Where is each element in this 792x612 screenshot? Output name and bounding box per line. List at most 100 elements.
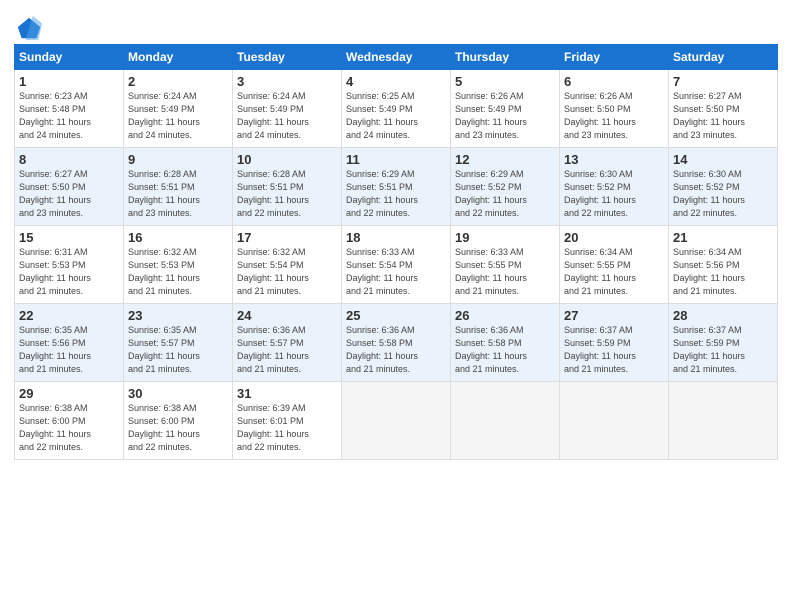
- day-info: Sunrise: 6:23 AM Sunset: 5:48 PM Dayligh…: [19, 90, 119, 142]
- col-header-friday: Friday: [560, 45, 669, 70]
- calendar-cell: 27Sunrise: 6:37 AM Sunset: 5:59 PM Dayli…: [560, 304, 669, 382]
- day-info: Sunrise: 6:36 AM Sunset: 5:58 PM Dayligh…: [346, 324, 446, 376]
- day-info: Sunrise: 6:38 AM Sunset: 6:00 PM Dayligh…: [19, 402, 119, 454]
- col-header-tuesday: Tuesday: [233, 45, 342, 70]
- day-number: 13: [564, 152, 664, 167]
- calendar-week-2: 8Sunrise: 6:27 AM Sunset: 5:50 PM Daylig…: [15, 148, 778, 226]
- calendar-cell: 17Sunrise: 6:32 AM Sunset: 5:54 PM Dayli…: [233, 226, 342, 304]
- calendar-cell: 13Sunrise: 6:30 AM Sunset: 5:52 PM Dayli…: [560, 148, 669, 226]
- calendar-cell: [669, 382, 778, 460]
- day-info: Sunrise: 6:35 AM Sunset: 5:57 PM Dayligh…: [128, 324, 228, 376]
- day-number: 18: [346, 230, 446, 245]
- day-number: 1: [19, 74, 119, 89]
- calendar-cell: 28Sunrise: 6:37 AM Sunset: 5:59 PM Dayli…: [669, 304, 778, 382]
- calendar-week-5: 29Sunrise: 6:38 AM Sunset: 6:00 PM Dayli…: [15, 382, 778, 460]
- day-info: Sunrise: 6:33 AM Sunset: 5:54 PM Dayligh…: [346, 246, 446, 298]
- day-info: Sunrise: 6:38 AM Sunset: 6:00 PM Dayligh…: [128, 402, 228, 454]
- col-header-saturday: Saturday: [669, 45, 778, 70]
- day-number: 29: [19, 386, 119, 401]
- day-number: 27: [564, 308, 664, 323]
- calendar-cell: 10Sunrise: 6:28 AM Sunset: 5:51 PM Dayli…: [233, 148, 342, 226]
- page-container: SundayMondayTuesdayWednesdayThursdayFrid…: [0, 0, 792, 468]
- calendar-cell: 8Sunrise: 6:27 AM Sunset: 5:50 PM Daylig…: [15, 148, 124, 226]
- day-number: 19: [455, 230, 555, 245]
- logo: [14, 14, 44, 38]
- day-info: Sunrise: 6:27 AM Sunset: 5:50 PM Dayligh…: [19, 168, 119, 220]
- day-info: Sunrise: 6:35 AM Sunset: 5:56 PM Dayligh…: [19, 324, 119, 376]
- day-info: Sunrise: 6:36 AM Sunset: 5:58 PM Dayligh…: [455, 324, 555, 376]
- day-info: Sunrise: 6:39 AM Sunset: 6:01 PM Dayligh…: [237, 402, 337, 454]
- day-number: 9: [128, 152, 228, 167]
- day-number: 22: [19, 308, 119, 323]
- calendar-cell: 21Sunrise: 6:34 AM Sunset: 5:56 PM Dayli…: [669, 226, 778, 304]
- calendar-cell: 15Sunrise: 6:31 AM Sunset: 5:53 PM Dayli…: [15, 226, 124, 304]
- day-info: Sunrise: 6:37 AM Sunset: 5:59 PM Dayligh…: [564, 324, 664, 376]
- day-number: 10: [237, 152, 337, 167]
- day-number: 11: [346, 152, 446, 167]
- day-number: 4: [346, 74, 446, 89]
- day-number: 23: [128, 308, 228, 323]
- calendar-week-3: 15Sunrise: 6:31 AM Sunset: 5:53 PM Dayli…: [15, 226, 778, 304]
- day-info: Sunrise: 6:34 AM Sunset: 5:56 PM Dayligh…: [673, 246, 773, 298]
- day-number: 14: [673, 152, 773, 167]
- day-info: Sunrise: 6:29 AM Sunset: 5:52 PM Dayligh…: [455, 168, 555, 220]
- calendar-cell: 16Sunrise: 6:32 AM Sunset: 5:53 PM Dayli…: [124, 226, 233, 304]
- calendar-cell: 14Sunrise: 6:30 AM Sunset: 5:52 PM Dayli…: [669, 148, 778, 226]
- day-number: 7: [673, 74, 773, 89]
- calendar-week-4: 22Sunrise: 6:35 AM Sunset: 5:56 PM Dayli…: [15, 304, 778, 382]
- calendar-cell: 5Sunrise: 6:26 AM Sunset: 5:49 PM Daylig…: [451, 70, 560, 148]
- day-info: Sunrise: 6:37 AM Sunset: 5:59 PM Dayligh…: [673, 324, 773, 376]
- day-info: Sunrise: 6:29 AM Sunset: 5:51 PM Dayligh…: [346, 168, 446, 220]
- day-info: Sunrise: 6:30 AM Sunset: 5:52 PM Dayligh…: [564, 168, 664, 220]
- calendar-cell: 31Sunrise: 6:39 AM Sunset: 6:01 PM Dayli…: [233, 382, 342, 460]
- calendar-cell: 23Sunrise: 6:35 AM Sunset: 5:57 PM Dayli…: [124, 304, 233, 382]
- calendar-cell: 1Sunrise: 6:23 AM Sunset: 5:48 PM Daylig…: [15, 70, 124, 148]
- calendar-cell: 19Sunrise: 6:33 AM Sunset: 5:55 PM Dayli…: [451, 226, 560, 304]
- calendar-table: SundayMondayTuesdayWednesdayThursdayFrid…: [14, 44, 778, 460]
- calendar-cell: 24Sunrise: 6:36 AM Sunset: 5:57 PM Dayli…: [233, 304, 342, 382]
- col-header-wednesday: Wednesday: [342, 45, 451, 70]
- day-info: Sunrise: 6:26 AM Sunset: 5:50 PM Dayligh…: [564, 90, 664, 142]
- day-number: 24: [237, 308, 337, 323]
- calendar-cell: 11Sunrise: 6:29 AM Sunset: 5:51 PM Dayli…: [342, 148, 451, 226]
- day-number: 31: [237, 386, 337, 401]
- day-info: Sunrise: 6:31 AM Sunset: 5:53 PM Dayligh…: [19, 246, 119, 298]
- calendar-cell: [560, 382, 669, 460]
- calendar-week-1: 1Sunrise: 6:23 AM Sunset: 5:48 PM Daylig…: [15, 70, 778, 148]
- day-number: 20: [564, 230, 664, 245]
- logo-icon: [16, 14, 44, 42]
- calendar-cell: 18Sunrise: 6:33 AM Sunset: 5:54 PM Dayli…: [342, 226, 451, 304]
- day-number: 15: [19, 230, 119, 245]
- day-number: 8: [19, 152, 119, 167]
- day-info: Sunrise: 6:26 AM Sunset: 5:49 PM Dayligh…: [455, 90, 555, 142]
- calendar-cell: 4Sunrise: 6:25 AM Sunset: 5:49 PM Daylig…: [342, 70, 451, 148]
- day-info: Sunrise: 6:33 AM Sunset: 5:55 PM Dayligh…: [455, 246, 555, 298]
- calendar-cell: 2Sunrise: 6:24 AM Sunset: 5:49 PM Daylig…: [124, 70, 233, 148]
- day-number: 26: [455, 308, 555, 323]
- day-info: Sunrise: 6:28 AM Sunset: 5:51 PM Dayligh…: [237, 168, 337, 220]
- calendar-cell: 7Sunrise: 6:27 AM Sunset: 5:50 PM Daylig…: [669, 70, 778, 148]
- calendar-cell: 25Sunrise: 6:36 AM Sunset: 5:58 PM Dayli…: [342, 304, 451, 382]
- calendar-cell: 30Sunrise: 6:38 AM Sunset: 6:00 PM Dayli…: [124, 382, 233, 460]
- calendar-cell: 3Sunrise: 6:24 AM Sunset: 5:49 PM Daylig…: [233, 70, 342, 148]
- day-info: Sunrise: 6:32 AM Sunset: 5:53 PM Dayligh…: [128, 246, 228, 298]
- day-info: Sunrise: 6:25 AM Sunset: 5:49 PM Dayligh…: [346, 90, 446, 142]
- day-info: Sunrise: 6:30 AM Sunset: 5:52 PM Dayligh…: [673, 168, 773, 220]
- day-number: 16: [128, 230, 228, 245]
- calendar-cell: 26Sunrise: 6:36 AM Sunset: 5:58 PM Dayli…: [451, 304, 560, 382]
- calendar-cell: 22Sunrise: 6:35 AM Sunset: 5:56 PM Dayli…: [15, 304, 124, 382]
- day-number: 2: [128, 74, 228, 89]
- day-number: 17: [237, 230, 337, 245]
- calendar-cell: 29Sunrise: 6:38 AM Sunset: 6:00 PM Dayli…: [15, 382, 124, 460]
- calendar-cell: 6Sunrise: 6:26 AM Sunset: 5:50 PM Daylig…: [560, 70, 669, 148]
- day-number: 28: [673, 308, 773, 323]
- day-number: 6: [564, 74, 664, 89]
- day-info: Sunrise: 6:27 AM Sunset: 5:50 PM Dayligh…: [673, 90, 773, 142]
- day-info: Sunrise: 6:28 AM Sunset: 5:51 PM Dayligh…: [128, 168, 228, 220]
- day-info: Sunrise: 6:36 AM Sunset: 5:57 PM Dayligh…: [237, 324, 337, 376]
- day-number: 30: [128, 386, 228, 401]
- calendar-cell: [451, 382, 560, 460]
- day-number: 21: [673, 230, 773, 245]
- day-number: 25: [346, 308, 446, 323]
- day-number: 5: [455, 74, 555, 89]
